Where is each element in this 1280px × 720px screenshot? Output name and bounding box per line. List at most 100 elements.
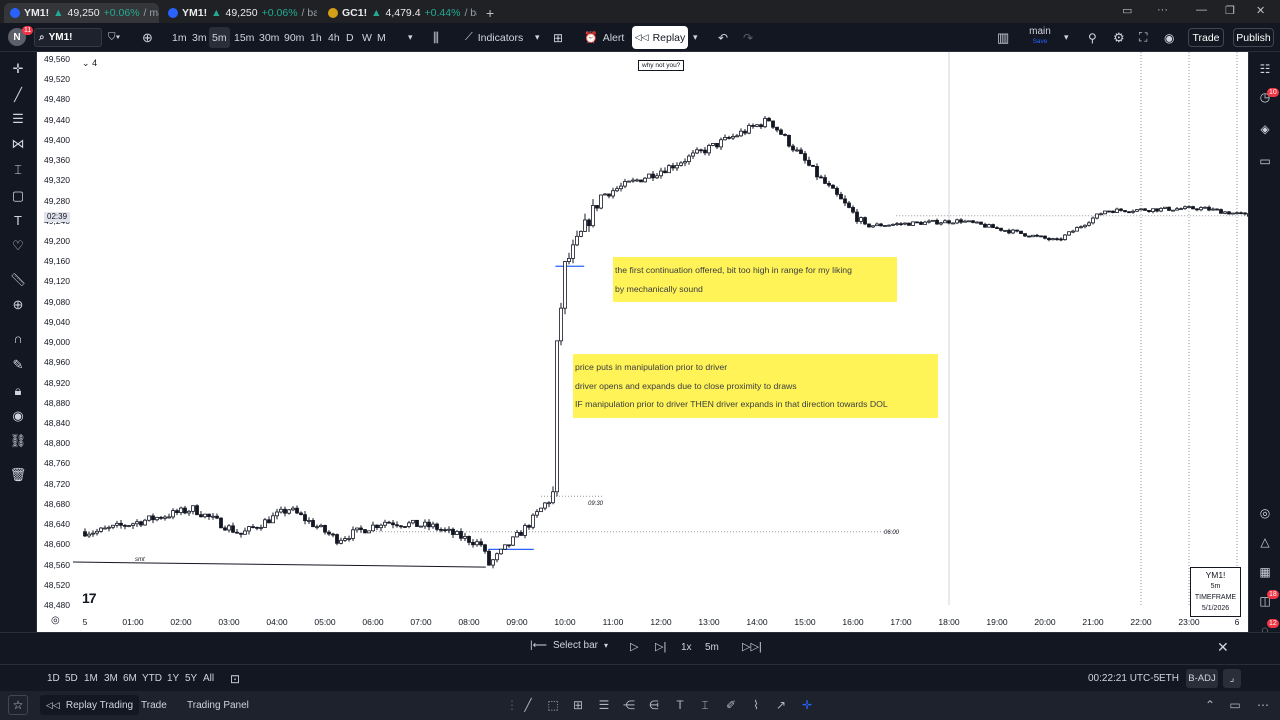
watchlist-icon[interactable]: ☷ bbox=[1256, 60, 1274, 78]
ruler-icon[interactable]: 📏︎ bbox=[9, 271, 27, 289]
range-1y[interactable]: 1Y bbox=[167, 665, 179, 692]
interval-d[interactable]: D bbox=[346, 23, 354, 52]
calendar-icon[interactable]: ▦ bbox=[1256, 563, 1274, 581]
layout-name[interactable]: main bbox=[1028, 26, 1052, 37]
replay-button[interactable]: ◁◁ Replay bbox=[632, 26, 688, 49]
tab-trade[interactable]: Trade bbox=[141, 691, 167, 720]
chat-icon[interactable]: ▭ bbox=[1256, 152, 1274, 170]
timezone-gear-icon[interactable]: ◎ bbox=[51, 615, 60, 626]
undo-icon[interactable]: ↶ bbox=[718, 23, 728, 52]
trade-button[interactable]: Trade bbox=[1188, 28, 1224, 47]
indicators-dropdown-icon[interactable]: ▾ bbox=[535, 23, 540, 52]
quick-search-icon[interactable]: ⚲ bbox=[1088, 23, 1097, 52]
favorites-heart-icon[interactable]: ♡ bbox=[9, 237, 27, 255]
eye-icon[interactable]: ◉ bbox=[9, 407, 27, 425]
pattern-icon[interactable]: ⋈ bbox=[9, 135, 27, 153]
text-tool-icon[interactable]: T bbox=[671, 696, 689, 714]
tab-trading-panel[interactable]: Trading Panel bbox=[187, 691, 249, 720]
layout-dropdown-icon[interactable]: ▾ bbox=[1064, 23, 1069, 52]
publish-button[interactable]: Publish bbox=[1233, 28, 1274, 47]
close-replay-icon[interactable]: ✕ bbox=[1217, 639, 1229, 656]
zoom-in-icon[interactable]: ⊕ bbox=[9, 296, 27, 314]
trend-line-icon[interactable]: ╱ bbox=[9, 86, 27, 104]
annotation-continuation[interactable]: the first continuation offered, bit too … bbox=[613, 257, 897, 303]
browser-tab-2[interactable]: YM1! ▲ 49,250 +0.06% / back ✕ bbox=[162, 3, 317, 23]
select-bar-button[interactable]: |⟵ Select bar ▾ bbox=[530, 640, 608, 651]
magnet-icon[interactable]: ∩ bbox=[9, 330, 27, 348]
minimize-icon[interactable]: — bbox=[1196, 4, 1207, 16]
layers-icon[interactable]: ◈ bbox=[1256, 120, 1274, 138]
stay-in-drawing-icon[interactable]: ✎ bbox=[9, 356, 27, 374]
range-1m[interactable]: 1M bbox=[84, 665, 98, 692]
layouts-grid-icon[interactable]: ⊞ bbox=[553, 23, 563, 52]
text-tool-icon[interactable]: T bbox=[9, 212, 27, 230]
measure-tool-icon[interactable]: ⌶ bbox=[696, 696, 714, 714]
symbol-search-input[interactable]: ⌕ YM1! bbox=[34, 28, 102, 47]
close-window-icon[interactable]: ✕ bbox=[1256, 4, 1265, 17]
range-1d[interactable]: 1D bbox=[47, 665, 60, 692]
tradingview-logo[interactable]: 17 bbox=[82, 590, 97, 606]
tab-replay-trading[interactable]: ◁◁ Replay Trading bbox=[40, 695, 140, 715]
interval-1m[interactable]: 1m bbox=[172, 23, 187, 52]
chart-pane[interactable]: 49,560 49,520 49,480 49,440 49,400 49,360 49,3… bbox=[38, 52, 1248, 632]
step-forward-icon[interactable]: ▷| bbox=[655, 640, 666, 653]
settings-gear-icon[interactable]: ⚙ bbox=[1113, 23, 1125, 52]
browser-tab-1[interactable]: YM1! ▲ 49,250 +0.06% / main ✕ bbox=[4, 3, 159, 23]
rectangle-tool-icon[interactable]: ⬚ bbox=[544, 696, 562, 714]
favorites-star-icon[interactable]: ☆ bbox=[8, 695, 28, 715]
ray-tool-icon[interactable]: ↗ bbox=[772, 696, 790, 714]
restore-icon[interactable]: ❐ bbox=[1225, 4, 1235, 17]
annotation-manipulation[interactable]: price puts in manipulation prior to driv… bbox=[573, 354, 938, 419]
crosshair-tool-icon[interactable]: ✛ bbox=[798, 696, 816, 714]
interval-3m[interactable]: 3m bbox=[192, 23, 207, 52]
link-icon[interactable]: ⛓ bbox=[9, 432, 27, 450]
channel-tool-icon[interactable]: ⋲ bbox=[620, 696, 638, 714]
browser-tab-3[interactable]: GC1! ▲ 4,479.4 +0.44% / back ✕ bbox=[322, 3, 477, 23]
replay-dropdown-icon[interactable]: ▾ bbox=[693, 23, 698, 52]
redo-icon[interactable]: ↷ bbox=[743, 23, 753, 52]
interval-30m[interactable]: 30m bbox=[259, 23, 279, 52]
candle-style-icon[interactable]: ⫼ bbox=[433, 23, 439, 52]
scale-settings-icon[interactable]: ⌟ bbox=[1223, 669, 1241, 688]
lock-icon[interactable]: 🔒︎ bbox=[9, 382, 27, 400]
interval-w[interactable]: W bbox=[362, 23, 372, 52]
price-chart[interactable] bbox=[38, 52, 1248, 632]
interval-4h[interactable]: 4h bbox=[328, 23, 340, 52]
compare-add-icon[interactable]: ⊕ bbox=[142, 23, 153, 52]
shapes-icon[interactable]: ▢ bbox=[9, 187, 27, 205]
interval-15m[interactable]: 15m bbox=[234, 23, 254, 52]
ideas-icon[interactable]: △ bbox=[1256, 533, 1274, 551]
forecast-icon[interactable]: ⌶ bbox=[9, 161, 27, 179]
replay-speed[interactable]: 1x bbox=[681, 642, 692, 653]
jump-to-realtime-icon[interactable]: ▷▷| bbox=[742, 640, 762, 653]
interval-5m[interactable]: 5m bbox=[209, 27, 230, 48]
play-icon[interactable]: ▷ bbox=[630, 640, 638, 653]
range-3m[interactable]: 3M bbox=[104, 665, 118, 692]
brush-tool-icon[interactable]: ✐ bbox=[722, 696, 740, 714]
interval-90m[interactable]: 90m bbox=[284, 23, 304, 52]
cast-icon[interactable]: ▭ bbox=[1122, 4, 1132, 17]
fib-tool-icon[interactable]: ☰ bbox=[595, 696, 613, 714]
range-ytd[interactable]: YTD bbox=[142, 665, 162, 692]
fib-retracement-icon[interactable]: ☰ bbox=[9, 110, 27, 128]
range-5d[interactable]: 5D bbox=[65, 665, 78, 692]
levels-tool-icon[interactable]: ⋳ bbox=[645, 696, 663, 714]
replay-interval[interactable]: 5m bbox=[705, 642, 719, 653]
back-adjust-toggle[interactable]: B-ADJ bbox=[1186, 669, 1218, 688]
interval-m[interactable]: M bbox=[377, 23, 386, 52]
range-6m[interactable]: 6M bbox=[123, 665, 137, 692]
more-options-icon[interactable]: ⋯ bbox=[1254, 696, 1272, 714]
symbol-settings-icon[interactable]: ⛉▾ bbox=[108, 23, 120, 52]
layout-columns-icon[interactable]: ▥ bbox=[997, 23, 1009, 52]
new-tab-button[interactable]: + bbox=[480, 3, 500, 23]
goto-date-icon[interactable]: ⊡ bbox=[230, 665, 240, 692]
grid-tool-icon[interactable]: ⊞ bbox=[569, 696, 587, 714]
interval-1h[interactable]: 1h bbox=[310, 23, 322, 52]
intervals-dropdown-icon[interactable]: ▾ bbox=[408, 23, 413, 52]
fullscreen-icon[interactable]: ⛶ bbox=[1139, 23, 1147, 52]
camera-snapshot-icon[interactable]: ◉ bbox=[1164, 23, 1174, 52]
session-toggle[interactable]: ETH bbox=[1159, 665, 1179, 692]
indicators-button[interactable]: ⟋ Indicators bbox=[465, 23, 523, 52]
maximize-panel-icon[interactable]: ▭ bbox=[1226, 696, 1244, 714]
indicator-legend-toggle[interactable]: ⌄ 4 bbox=[82, 58, 97, 69]
